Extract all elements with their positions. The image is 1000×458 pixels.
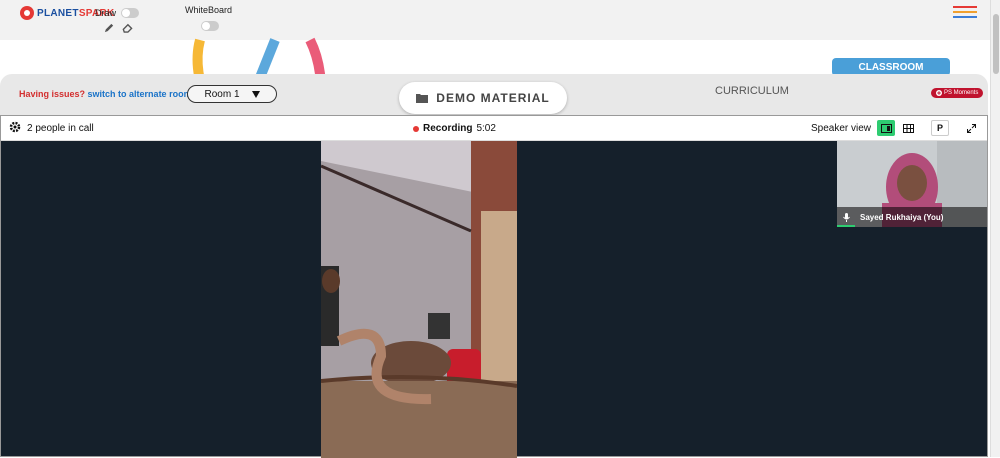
draw-toggle[interactable] [121, 8, 139, 18]
speaking-indicator [837, 225, 855, 227]
top-toolbar: PLANETSPARK Draw WhiteBoard [0, 0, 990, 40]
hamburger-menu-icon[interactable] [953, 6, 977, 20]
microphone-icon[interactable] [843, 212, 850, 222]
speaker-view-icon[interactable] [877, 120, 895, 136]
switch-room-link[interactable]: switch to alternate room [88, 89, 192, 99]
room-value: Room 1 [204, 88, 240, 100]
video-call-area: 2 people in call Recording 5:02 Speaker … [0, 115, 988, 458]
self-name-bar: Sayed Rukhaiya (You) [837, 207, 987, 227]
logo-icon [20, 6, 34, 20]
ps-moments-button[interactable]: PS Moments [931, 88, 984, 98]
participant-video [321, 141, 517, 458]
tab-curriculum[interactable]: CURRICULUM [715, 85, 789, 97]
pencil-icon[interactable] [104, 22, 115, 36]
gear-icon[interactable] [9, 121, 21, 136]
recording-time: 5:02 [476, 123, 496, 134]
draw-label: Draw [95, 8, 117, 18]
fullscreen-icon[interactable] [962, 120, 980, 136]
issues-text: Having issues? [19, 89, 86, 99]
recording-indicator: Recording 5:02 [413, 123, 496, 134]
page-scrollbar[interactable] [990, 0, 1000, 457]
people-count: 2 people in call [27, 123, 94, 134]
self-video-tile: Sayed Rukhaiya (You) [837, 141, 987, 227]
whiteboard-label: WhiteBoard [185, 5, 233, 15]
grid-view-icon[interactable] [899, 120, 917, 136]
ps-moments-label: PS Moments [944, 90, 979, 96]
issues-message: Having issues? switch to alternate room [19, 89, 192, 99]
recording-label: Recording [423, 123, 473, 134]
self-name: Sayed Rukhaiya (You) [860, 212, 944, 222]
folder-icon [416, 94, 429, 103]
demo-material-label: DEMO MATERIAL [436, 91, 550, 105]
view-label: Speaker view [811, 123, 872, 134]
presenter-button[interactable]: P [931, 120, 949, 136]
scrollbar-thumb[interactable] [993, 14, 999, 74]
recording-dot-icon [413, 125, 419, 132]
eraser-icon[interactable] [121, 22, 133, 36]
plus-circle-icon [936, 90, 942, 96]
classroom-label: CLASSROOM [858, 61, 924, 73]
room-select[interactable]: Room 1 [187, 85, 277, 103]
logo-prefix: PLANET [37, 7, 79, 19]
demo-material-button[interactable]: DEMO MATERIAL [399, 82, 567, 114]
dropdown-arrow-icon [251, 90, 260, 98]
call-header: 2 people in call Recording 5:02 Speaker … [1, 116, 987, 141]
